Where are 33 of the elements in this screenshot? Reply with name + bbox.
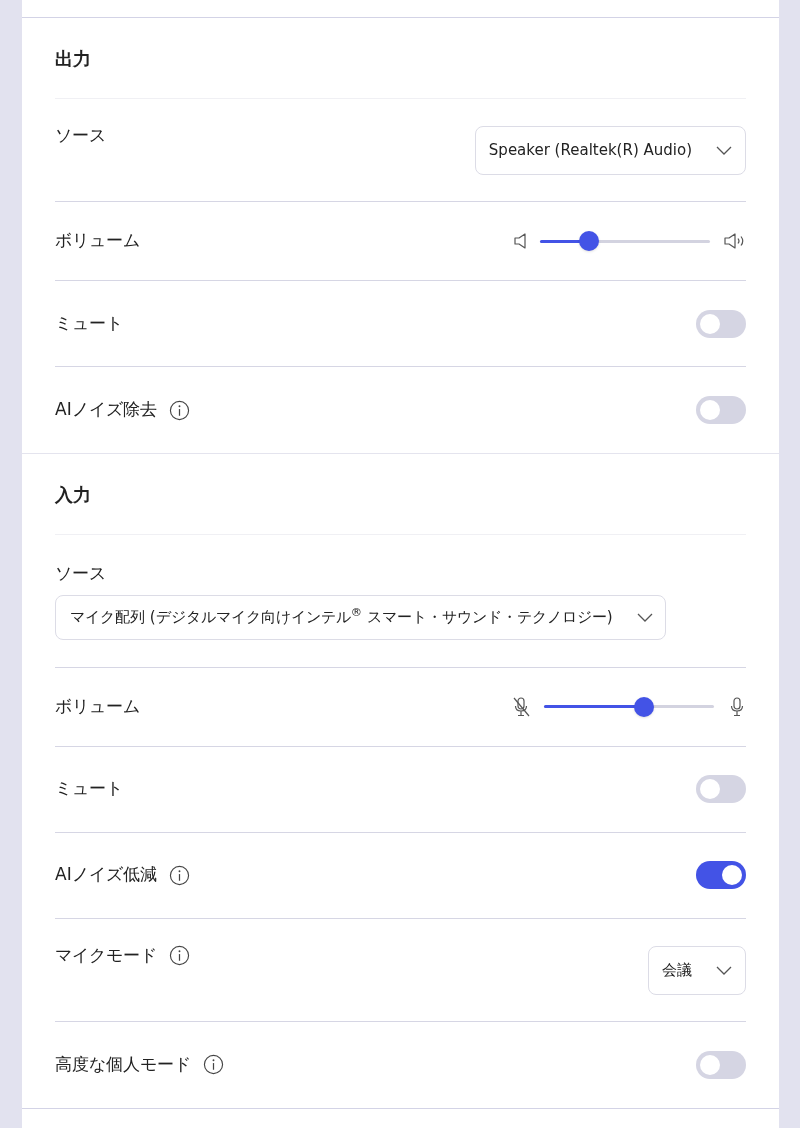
setting-label: ミュート: [55, 311, 123, 335]
toggle-switch[interactable]: [696, 861, 746, 889]
chevron-down-icon: [716, 146, 732, 155]
volume-slider[interactable]: [544, 696, 714, 717]
microphone-muted-icon: [512, 696, 530, 717]
info-icon[interactable]: [168, 399, 190, 421]
toggle-switch[interactable]: [696, 309, 746, 338]
setting-label: ソース: [55, 124, 106, 147]
dropdown[interactable]: Speaker (Realtek(R) Audio): [474, 126, 746, 175]
microphone-icon: [728, 696, 746, 717]
chevron-down-icon: [636, 612, 653, 622]
speaker-loud-icon: [724, 233, 746, 249]
setting-label: ミュート: [55, 777, 123, 801]
info-icon[interactable]: [168, 864, 190, 886]
setting-label: ボリューム: [55, 694, 140, 718]
chevron-down-icon: [716, 965, 732, 975]
speaker-quiet-icon: [514, 233, 526, 249]
toggle-switch[interactable]: [696, 1050, 746, 1079]
setting-label: 高度な個人モード: [55, 1052, 191, 1076]
setting-label: マイクモード: [55, 943, 157, 967]
dropdown[interactable]: 会議: [648, 945, 746, 995]
setting-label: ボリューム: [55, 229, 140, 253]
setting-label: AIノイズ除去: [55, 398, 157, 422]
toggle-switch[interactable]: [696, 396, 746, 424]
section-heading: 入力: [55, 482, 91, 507]
source-dropdown[interactable]: マイク配列 (デジタルマイク向けインテル$^{®}$ スマート・サウンド・テクノロジー): [55, 594, 666, 640]
setting-label: ソース: [55, 562, 106, 585]
section-heading: 出力: [55, 46, 91, 71]
info-icon[interactable]: [203, 1054, 224, 1075]
setting-label: AIノイズ低減: [55, 863, 157, 887]
toggle-switch[interactable]: [696, 775, 746, 803]
volume-slider[interactable]: [540, 231, 710, 251]
info-icon[interactable]: [169, 944, 190, 966]
